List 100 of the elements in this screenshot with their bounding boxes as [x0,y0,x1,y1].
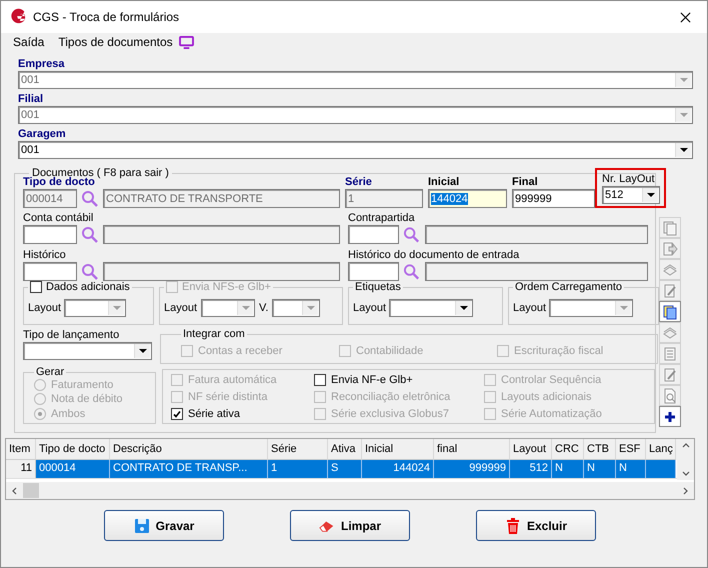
layout-dropdown[interactable]: 512 [602,186,660,204]
input-field[interactable] [23,225,77,244]
field-label: Final [512,175,539,189]
field-label: Tipo de docto [23,176,96,189]
search-icon[interactable] [403,226,421,244]
table-cell: 000014 [36,460,110,478]
checkbox-label[interactable]: Série ativa [188,408,240,420]
group-title: Integrar com [182,328,246,340]
field-label: Layout [353,302,386,314]
scroll-left-icon[interactable] [12,486,17,494]
scroll-up-icon[interactable] [682,443,690,448]
page-magnifier-icon [662,388,678,404]
description-field[interactable] [424,225,648,244]
dropdown-field[interactable] [389,298,474,316]
caret-icon [680,78,688,82]
checkbox[interactable] [30,281,42,293]
menu-item[interactable]: Tipos de documentos [58,35,173,49]
delete-button[interactable]: Excluir [476,510,596,541]
stack-icon [662,262,678,278]
caret-icon [112,306,121,310]
table-cell: 1 [268,460,328,478]
pages-icon [662,220,678,236]
add-button[interactable] [659,406,681,427]
save-button[interactable]: Gravar [104,510,224,541]
field-label: Histórico [23,248,67,262]
group-title: Gerar [35,366,66,378]
search-icon[interactable] [403,262,421,280]
description-field[interactable] [424,262,648,281]
search-icon[interactable] [81,190,99,208]
dropdown-field[interactable] [201,298,256,316]
scroll-right-icon[interactable] [683,486,688,494]
app-logo-icon [9,8,27,26]
table-cell: N [552,460,584,478]
monitor-icon[interactable] [178,36,194,48]
menu-item[interactable]: Saída [13,35,44,49]
inicial-field[interactable]: 144024 [428,189,507,208]
group-title: Ordem Carregamento [514,281,623,293]
field-label: Conta contábil [23,211,94,225]
input-field[interactable] [23,262,77,281]
scroll-thumb[interactable] [23,483,39,498]
field-label: Empresa [18,57,66,71]
description-field[interactable] [103,225,340,244]
dropdown-field[interactable] [272,298,320,316]
table-cell [646,460,676,478]
toolbar-button[interactable] [659,301,681,322]
input-field[interactable] [348,225,400,244]
field-label: Contrapartida [348,211,416,225]
row-header: 11 [6,460,36,478]
dropdown-field[interactable]: 001 [18,141,693,159]
field-label: Inicial [428,175,460,189]
field-label: Garagem [18,127,67,141]
description-field[interactable]: CONTRATO DE TRANSPORTE [103,189,340,208]
field-label: Série [345,175,373,189]
table-row[interactable]: 11 000014 CONTRATO DE TRANSP... 1 S 144024 999999 512 N N N [6,460,677,479]
serie-field[interactable]: 1 [345,189,423,208]
input-field[interactable] [348,262,400,281]
vertical-scrollbar[interactable] [677,439,694,480]
caret-icon [242,306,250,310]
checkbox-label[interactable]: Envia NF-e Glb+ [331,374,413,386]
dropdown-field[interactable] [64,298,126,316]
scroll-down-icon[interactable] [682,471,690,476]
group-title: Etiquetas [354,281,402,293]
caret-icon [680,113,688,117]
stack-icon [662,324,678,340]
table-cell: 999999 [434,460,510,478]
checkbox[interactable] [314,374,326,386]
close-icon[interactable] [680,12,691,22]
field-label: Layout [164,302,198,314]
page-pencil-icon [662,366,678,382]
field-label: Filial [18,92,44,106]
field-label: Layout [513,302,546,314]
field-label: Layout [28,302,62,314]
clear-button[interactable]: Limpar [290,510,410,541]
final-field[interactable]: 999999 [512,189,595,208]
search-icon[interactable] [81,226,99,244]
page-pencil-icon [662,282,678,298]
page-arrow-icon [662,240,678,256]
table-cell: 144024 [362,460,434,478]
field-label: Nr. LayOut [602,173,655,185]
description-field[interactable] [103,262,340,281]
dropdown-field[interactable] [23,342,152,360]
table-cell: N [584,460,616,478]
table-cell: S [328,460,362,478]
field-label: Tipo de lançamento [23,328,120,342]
field-label: V. [259,302,268,314]
table-cell: 512 [510,460,552,478]
trash-icon [504,518,521,534]
table-cell: N [616,460,646,478]
field-label: Histórico do documento de entrada [348,248,520,262]
search-icon[interactable] [81,262,99,280]
code-field[interactable]: 000014 [23,189,77,208]
caret-icon [646,193,654,197]
selected-text: 144024 [431,192,468,204]
caret-icon [138,349,146,353]
pages-icon [662,304,678,320]
checkbox-label[interactable]: Dados adicionais [46,281,130,293]
horizontal-scrollbar[interactable] [6,482,694,499]
checkbox[interactable] [171,408,183,420]
window-title: CGS - Troca de formulários [33,10,180,24]
caret-icon [460,306,468,310]
